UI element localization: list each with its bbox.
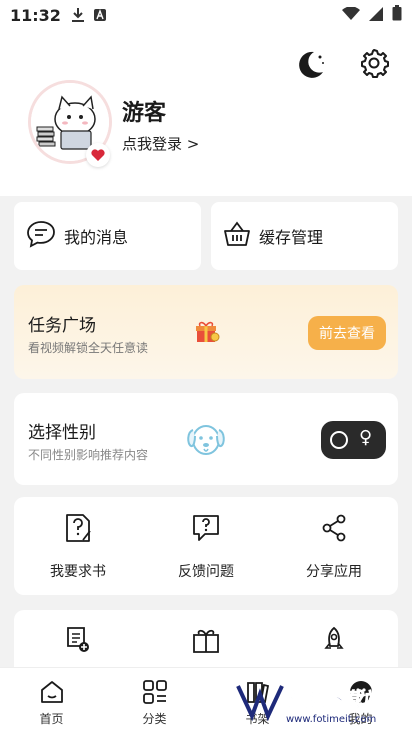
gender-select-card[interactable]: 选择性别 不同性别影响推荐内容 ♀ <box>14 393 398 485</box>
female-symbol-icon: ♀ <box>359 427 373 448</box>
gender-toggle[interactable]: ♀ <box>321 421 386 459</box>
feedback-button[interactable]: 反馈问题 <box>142 497 270 595</box>
heart-icon <box>86 143 110 167</box>
nav-home[interactable]: 首页 <box>0 668 103 732</box>
chat-bubble-icon <box>26 220 56 252</box>
go-view-button[interactable]: 前去查看 <box>308 316 386 350</box>
signal-icon <box>368 6 384 25</box>
request-book-label: 我要求书 <box>50 564 106 580</box>
gift-box-icon <box>191 626 221 670</box>
nav-bookshelf-label: 书架 <box>245 712 270 726</box>
tools-grid-2 <box>14 610 398 670</box>
battery-icon <box>392 5 402 25</box>
feedback-icon <box>191 513 221 547</box>
profile-icon <box>348 680 374 708</box>
app-notification-icon <box>93 8 107 22</box>
nav-category-label: 分类 <box>142 712 167 726</box>
share-app-label: 分享应用 <box>306 564 362 580</box>
nav-category[interactable]: 分类 <box>103 668 206 732</box>
task-subtitle: 看视频解锁全天任意读 <box>28 341 149 355</box>
tools-grid: 我要求书 反馈问题 分享应用 <box>14 497 398 595</box>
feedback-label: 反馈问题 <box>178 564 234 580</box>
request-book-button[interactable]: 我要求书 <box>14 497 142 595</box>
category-icon <box>142 680 168 708</box>
login-link[interactable]: 点我登录 > <box>122 133 199 154</box>
nav-profile[interactable]: 我的 <box>309 668 412 732</box>
nav-profile-label: 我的 <box>348 712 373 726</box>
username: 游客 <box>122 101 167 126</box>
my-messages-label: 我的消息 <box>64 228 129 247</box>
basket-icon <box>223 220 251 252</box>
status-bar: 11:32 <box>0 0 412 30</box>
nav-bookshelf[interactable]: 书架 <box>206 668 309 732</box>
request-book-icon <box>64 513 92 547</box>
bottom-navigation: 首页 分类 书架 我的 <box>0 667 412 732</box>
puppy-icon <box>184 420 228 462</box>
home-icon <box>39 680 65 708</box>
share-icon <box>320 513 348 547</box>
wifi-icon <box>342 5 360 25</box>
rocket-button[interactable] <box>270 610 398 670</box>
cache-management-label: 缓存管理 <box>259 228 324 247</box>
my-messages-card[interactable]: 我的消息 <box>14 202 201 270</box>
nav-home-label: 首页 <box>39 712 64 726</box>
rocket-icon <box>321 626 347 670</box>
share-app-button[interactable]: 分享应用 <box>270 497 398 595</box>
settings-gear-icon[interactable] <box>358 47 390 83</box>
gift-box-button[interactable] <box>142 610 270 670</box>
status-time: 11:32 <box>10 5 61 25</box>
cache-management-card[interactable]: 缓存管理 <box>211 202 398 270</box>
toggle-knob <box>330 431 348 449</box>
download-icon <box>71 7 85 23</box>
document-add-icon <box>65 626 91 670</box>
bookshelf-icon <box>245 680 271 708</box>
gift-icon <box>194 319 220 347</box>
gender-subtitle: 不同性别影响推荐内容 <box>28 448 149 462</box>
task-plaza-card[interactable]: 任务广场 看视频解锁全天任意读 前去查看 <box>14 285 398 379</box>
gender-title: 选择性别 <box>28 423 96 443</box>
night-mode-icon[interactable] <box>293 48 327 86</box>
task-title: 任务广场 <box>28 316 96 336</box>
document-add-button[interactable] <box>14 610 142 670</box>
